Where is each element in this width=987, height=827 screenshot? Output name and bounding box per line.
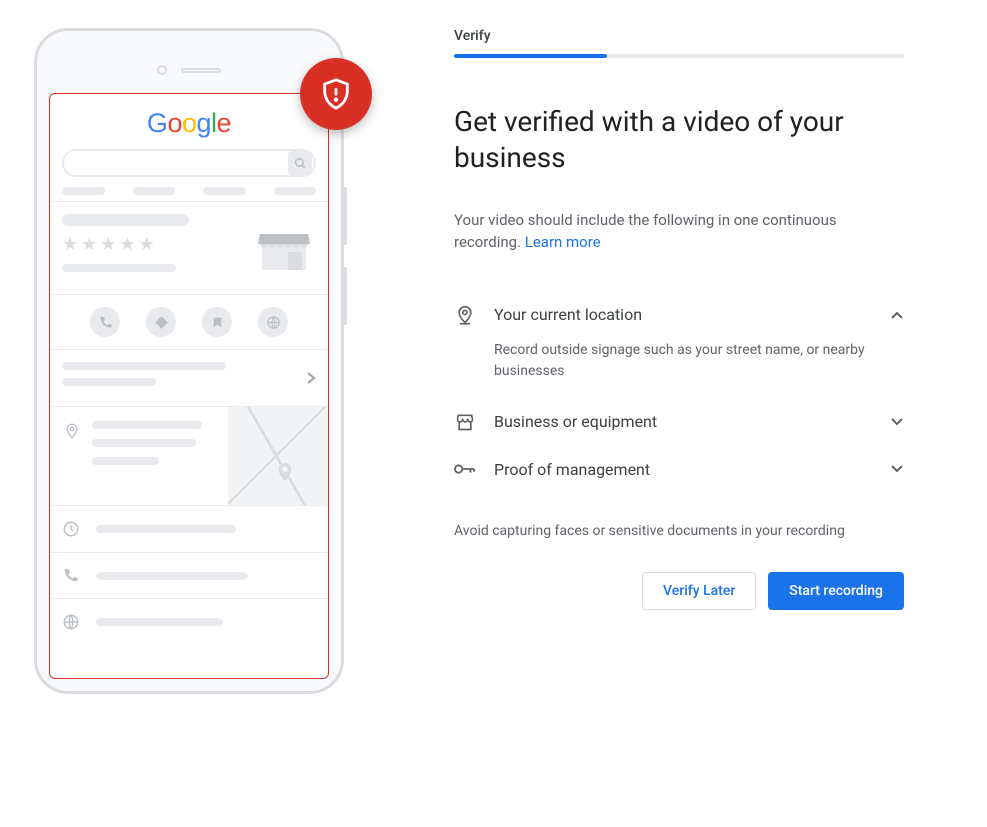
button-row: Verify Later Start recording xyxy=(454,572,904,610)
accordion-header[interactable]: Business or equipment xyxy=(454,398,904,446)
expandable-section xyxy=(50,350,328,406)
globe-icon xyxy=(258,307,288,337)
list-item xyxy=(50,553,328,598)
progress-fill xyxy=(454,54,607,58)
verify-later-button[interactable]: Verify Later xyxy=(642,572,756,610)
shield-alert-icon xyxy=(300,58,372,130)
phone-frame: Google ★★★★★ xyxy=(34,28,344,694)
clock-icon xyxy=(62,520,82,538)
tab-placeholders xyxy=(50,187,328,201)
accordion-item-location: Your current location Record outside sig… xyxy=(454,290,904,398)
accordion-title: Your current location xyxy=(494,305,872,324)
phone-icon xyxy=(90,307,120,337)
storefront-icon xyxy=(454,412,476,432)
accordion-item-proof: Proof of management xyxy=(454,446,904,493)
accordion-body: Record outside signage such as your stre… xyxy=(454,340,904,398)
warning-text: Avoid capturing faces or sensitive docum… xyxy=(454,521,904,542)
search-icon xyxy=(288,151,312,175)
accordion-title: Business or equipment xyxy=(494,412,872,431)
progress-bar xyxy=(454,54,904,58)
phone-illustration: Google ★★★★★ xyxy=(34,28,344,799)
list-item xyxy=(50,506,328,552)
action-icons-row xyxy=(50,295,328,349)
chevron-up-icon xyxy=(890,310,904,320)
subtitle: Your video should include the following … xyxy=(454,209,904,254)
start-recording-button[interactable]: Start recording xyxy=(768,572,904,610)
location-pin-icon xyxy=(454,304,476,326)
accordion-header[interactable]: Your current location xyxy=(454,290,904,340)
map-thumbnail xyxy=(228,407,328,505)
google-logo: Google xyxy=(50,108,328,139)
bookmark-icon xyxy=(202,307,232,337)
phone-speaker xyxy=(157,65,221,75)
phone-screen: Google ★★★★★ xyxy=(49,93,329,679)
chevron-down-icon xyxy=(890,417,904,427)
storefront-icon xyxy=(258,226,310,272)
phone-icon xyxy=(62,567,82,584)
phone-side-button xyxy=(343,267,347,325)
accordion-item-business: Business or equipment xyxy=(454,398,904,446)
page-title: Get verified with a video of your busine… xyxy=(454,104,904,177)
subtitle-text: Your video should include the following … xyxy=(454,211,837,252)
list-item xyxy=(50,599,328,645)
accordion-header[interactable]: Proof of management xyxy=(454,446,904,493)
step-label: Verify xyxy=(454,28,904,44)
search-bar-placeholder xyxy=(62,149,316,177)
chevron-right-icon xyxy=(306,371,316,385)
globe-icon xyxy=(62,613,82,631)
accordion-title: Proof of management xyxy=(494,460,872,479)
main-content: Verify Get verified with a video of your… xyxy=(454,28,904,799)
learn-more-link[interactable]: Learn more xyxy=(525,233,601,251)
address-map-section xyxy=(50,407,328,505)
key-icon xyxy=(454,462,476,476)
chevron-down-icon xyxy=(890,464,904,474)
directions-icon xyxy=(146,307,176,337)
phone-side-button xyxy=(343,187,347,245)
listing-section: ★★★★★ xyxy=(50,202,328,294)
requirements-accordion: Your current location Record outside sig… xyxy=(454,290,904,493)
location-pin-icon xyxy=(64,421,80,441)
